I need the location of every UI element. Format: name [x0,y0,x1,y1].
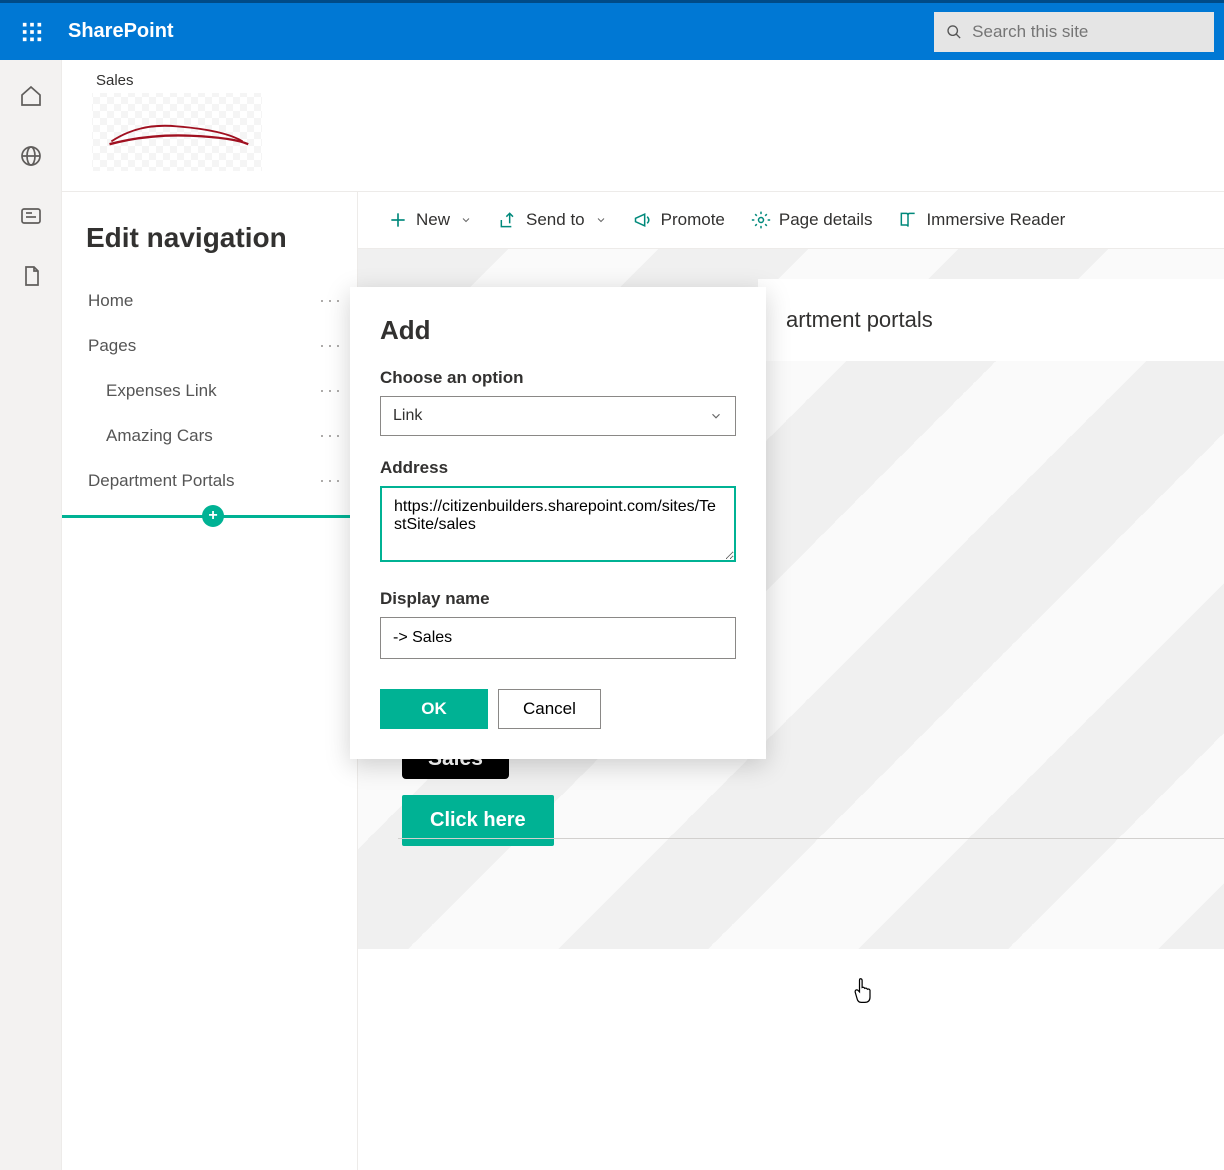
globe-rail-icon[interactable] [19,144,43,168]
promote-button[interactable]: Promote [633,210,725,230]
command-bar: New Send to Promote Page details [358,192,1224,249]
add-link-dialog: Add Choose an option Link Address Displa… [350,287,766,759]
displayname-input[interactable] [380,617,736,659]
nav-item-amazing-cars[interactable]: Amazing Cars ··· [86,413,345,458]
cmd-label: Page details [779,210,873,230]
nav-insert-line[interactable]: + [62,515,357,518]
gear-icon [751,210,771,230]
site-name: Sales [92,72,262,89]
nav-panel-title: Edit navigation [86,222,345,254]
new-button[interactable]: New [388,210,472,230]
content-card: artment portals [758,279,1224,361]
nav-item-more-icon[interactable]: ··· [319,290,343,311]
nav-item-more-icon[interactable]: ··· [319,425,343,446]
nav-item-label: Department Portals [88,471,234,491]
cursor-icon [852,977,874,1010]
chevron-down-icon [595,214,607,226]
option-select[interactable]: Link [380,396,736,436]
book-icon [898,210,918,230]
nav-item-more-icon[interactable]: ··· [319,380,343,401]
nav-item-label: Expenses Link [106,381,217,401]
address-label: Address [380,458,736,478]
dialog-title: Add [380,315,736,346]
option-value: Link [393,407,422,425]
nav-item-more-icon[interactable]: ··· [319,470,343,491]
search-icon [946,23,962,41]
cmd-label: New [416,210,450,230]
displayname-label: Display name [380,589,736,609]
nav-item-department-portals[interactable]: Department Portals ··· [86,458,345,503]
home-rail-icon[interactable] [19,84,43,108]
suite-bar: SharePoint [0,0,1224,60]
nav-item-pages[interactable]: Pages ··· [86,323,345,368]
cmd-label: Send to [526,210,585,230]
nav-item-label: Amazing Cars [106,426,213,446]
chevron-down-icon [460,214,472,226]
page-details-button[interactable]: Page details [751,210,873,230]
file-rail-icon[interactable] [19,264,43,288]
option-label: Choose an option [380,368,736,388]
ok-button[interactable]: OK [380,689,488,729]
search-box[interactable] [934,12,1214,52]
nav-item-expenses-link[interactable]: Expenses Link ··· [86,368,345,413]
share-icon [498,210,518,230]
address-input[interactable] [380,486,736,562]
nav-item-home[interactable]: Home ··· [86,278,345,323]
add-nav-item-icon[interactable]: + [202,505,224,527]
megaphone-icon [633,210,653,230]
divider [398,838,1224,839]
page-canvas: artment portals Sales Click here Add Cho… [358,249,1224,949]
app-launcher-icon[interactable] [10,10,54,54]
brand-label: SharePoint [68,20,174,43]
plus-icon [388,210,408,230]
left-rail [0,60,62,1170]
nav-item-label: Pages [88,336,136,356]
immersive-reader-button[interactable]: Immersive Reader [898,210,1065,230]
chevron-down-icon [709,409,723,423]
send-to-button[interactable]: Send to [498,210,607,230]
nav-item-label: Home [88,291,133,311]
site-header: Sales [62,60,1224,192]
edit-navigation-panel: Edit navigation Home ··· Pages ··· Expense… [62,192,358,1170]
partial-title: artment portals [786,307,1196,333]
cmd-label: Promote [661,210,725,230]
news-rail-icon[interactable] [19,204,43,228]
nav-item-more-icon[interactable]: ··· [319,335,343,356]
search-input[interactable] [972,22,1202,42]
cmd-label: Immersive Reader [926,210,1065,230]
site-logo[interactable] [92,93,262,171]
cancel-button[interactable]: Cancel [498,689,601,729]
